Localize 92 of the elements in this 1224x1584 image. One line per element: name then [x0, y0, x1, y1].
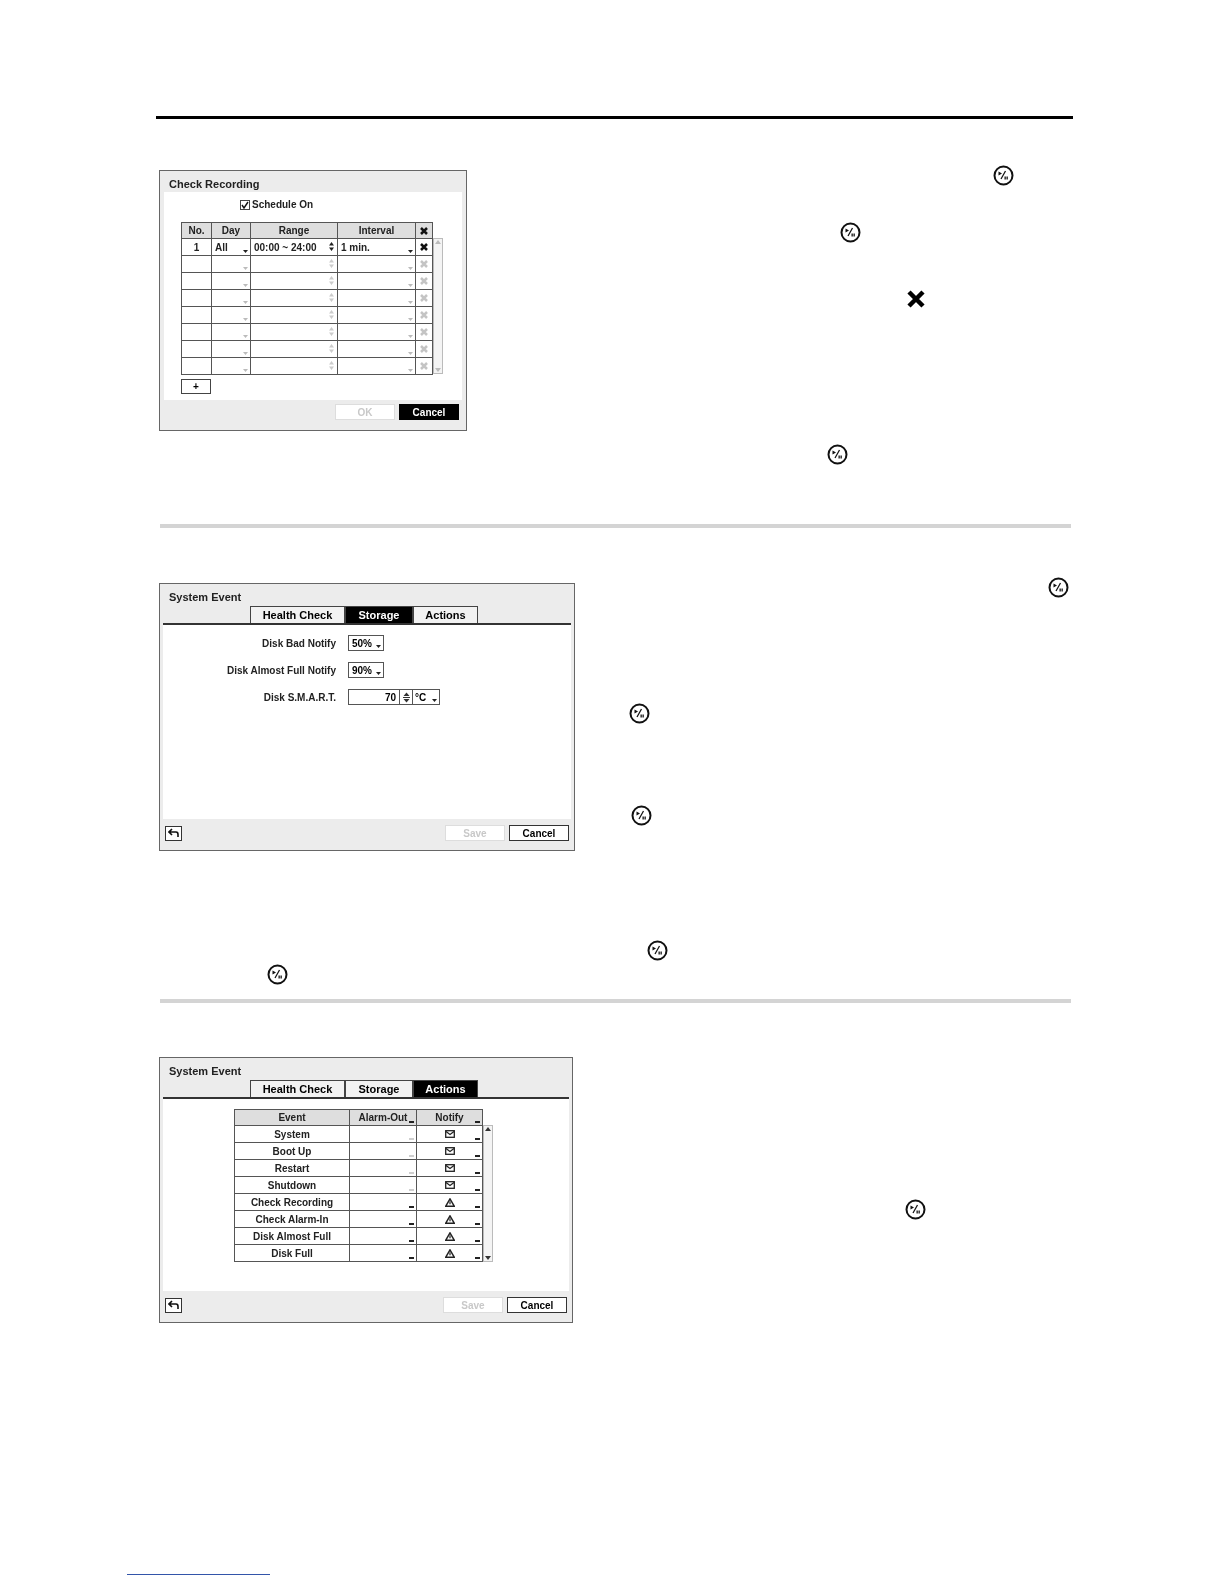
caret-icon[interactable]: [376, 645, 381, 648]
envelope-icon: [444, 1130, 455, 1138]
interval-dropdown[interactable]: 1 min.: [338, 239, 416, 256]
field-label: Disk S.M.A.R.T.: [262, 690, 336, 705]
table-cell: Restart: [235, 1160, 350, 1177]
caret-icon[interactable]: [376, 672, 381, 675]
table-cell: 1: [182, 239, 212, 256]
spinner-arrows-icon[interactable]: [402, 691, 410, 703]
scrollbar[interactable]: [483, 1125, 493, 1262]
dialog-button[interactable]: Cancel: [509, 825, 569, 841]
checkbox[interactable]: [240, 199, 250, 210]
delete-icon[interactable]: [419, 242, 429, 252]
play-pause-button-icon: [267, 964, 288, 985]
column-header: Notify: [417, 1110, 483, 1126]
time-range-field[interactable]: [251, 324, 338, 341]
caret-icon[interactable]: [408, 250, 413, 253]
table-cell: Disk Full: [235, 1245, 350, 1262]
interval-dropdown[interactable]: [338, 273, 416, 290]
table-cell: Check Recording: [235, 1194, 350, 1211]
delete-all-icon[interactable]: [419, 225, 429, 236]
scroll-up-icon[interactable]: [484, 1126, 492, 1132]
table-cell: Check Alarm-In: [235, 1211, 350, 1228]
play-pause-button-icon: [1048, 577, 1069, 598]
day-dropdown[interactable]: [212, 256, 251, 273]
time-range-field[interactable]: [251, 290, 338, 307]
dialog-title: Check Recording: [168, 177, 261, 192]
interval-dropdown[interactable]: [338, 324, 416, 341]
column-header: Alarm-Out: [350, 1110, 417, 1126]
add-button[interactable]: +: [181, 379, 211, 394]
tab[interactable]: Health Check: [250, 1080, 345, 1097]
unit-dropdown[interactable]: °C: [413, 689, 440, 705]
time-range-field[interactable]: 00:00 ~ 24:00: [251, 239, 338, 256]
tab[interactable]: Actions: [413, 606, 478, 623]
warning-icon: [444, 1214, 455, 1224]
table-cell: Disk Almost Full: [235, 1228, 350, 1245]
percent-dropdown[interactable]: 50%: [348, 635, 384, 651]
tab[interactable]: Storage: [345, 606, 413, 623]
column-header: Event: [235, 1110, 350, 1126]
play-pause-button-icon: [647, 940, 668, 961]
tab[interactable]: Storage: [345, 1080, 413, 1097]
warning-icon: [444, 1231, 455, 1241]
column-header: Day: [212, 223, 251, 239]
table-cell: Boot Up: [235, 1143, 350, 1160]
day-dropdown[interactable]: [212, 358, 251, 375]
time-range-field[interactable]: [251, 273, 338, 290]
interval-dropdown[interactable]: [338, 358, 416, 375]
spinner-arrows-icon[interactable]: [329, 242, 334, 251]
field-label: Disk Bad Notify: [261, 636, 336, 651]
dialog-title: System Event: [168, 590, 243, 605]
column-header: Interval: [338, 223, 416, 239]
interval-dropdown[interactable]: [338, 290, 416, 307]
warning-icon: [444, 1248, 455, 1258]
caret-icon[interactable]: [243, 250, 248, 253]
day-dropdown[interactable]: All: [212, 239, 251, 256]
time-range-field[interactable]: [251, 307, 338, 324]
envelope-icon: [444, 1164, 455, 1172]
interval-dropdown[interactable]: [338, 307, 416, 324]
caret-icon[interactable]: [432, 699, 437, 702]
table-cell: System: [235, 1126, 350, 1143]
day-dropdown[interactable]: [212, 273, 251, 290]
play-pause-button-icon: [993, 165, 1014, 186]
scroll-down-icon[interactable]: [484, 1255, 492, 1261]
number-field[interactable]: 70: [348, 689, 400, 705]
tab[interactable]: Actions: [413, 1080, 478, 1097]
time-range-field[interactable]: [251, 358, 338, 375]
envelope-icon: [444, 1147, 455, 1155]
play-pause-button-icon: [905, 1199, 926, 1220]
dialog-button[interactable]: Cancel: [399, 404, 459, 420]
interval-dropdown[interactable]: [338, 256, 416, 273]
time-range-field[interactable]: [251, 341, 338, 358]
warning-icon: [444, 1197, 455, 1207]
dialog-title: System Event: [168, 1064, 243, 1079]
play-pause-button-icon: [629, 703, 650, 724]
column-header: No.: [182, 223, 212, 239]
table-cell: Shutdown: [235, 1177, 350, 1194]
day-dropdown[interactable]: [212, 324, 251, 341]
day-dropdown[interactable]: [212, 290, 251, 307]
column-header: Range: [251, 223, 338, 239]
play-pause-button-icon: [827, 444, 848, 465]
percent-dropdown[interactable]: 90%: [348, 662, 384, 678]
play-pause-button-icon: [840, 222, 861, 243]
day-dropdown[interactable]: [212, 307, 251, 324]
day-dropdown[interactable]: [212, 341, 251, 358]
play-pause-button-icon: [631, 805, 652, 826]
time-range-field[interactable]: [251, 256, 338, 273]
tab[interactable]: Health Check: [250, 606, 345, 623]
close-x-icon[interactable]: [907, 290, 925, 308]
envelope-icon: [444, 1181, 455, 1189]
dialog-button[interactable]: Cancel: [507, 1297, 567, 1313]
interval-dropdown[interactable]: [338, 341, 416, 358]
field-label: Disk Almost Full Notify: [225, 663, 336, 678]
checkbox-label: Schedule On: [252, 198, 314, 212]
